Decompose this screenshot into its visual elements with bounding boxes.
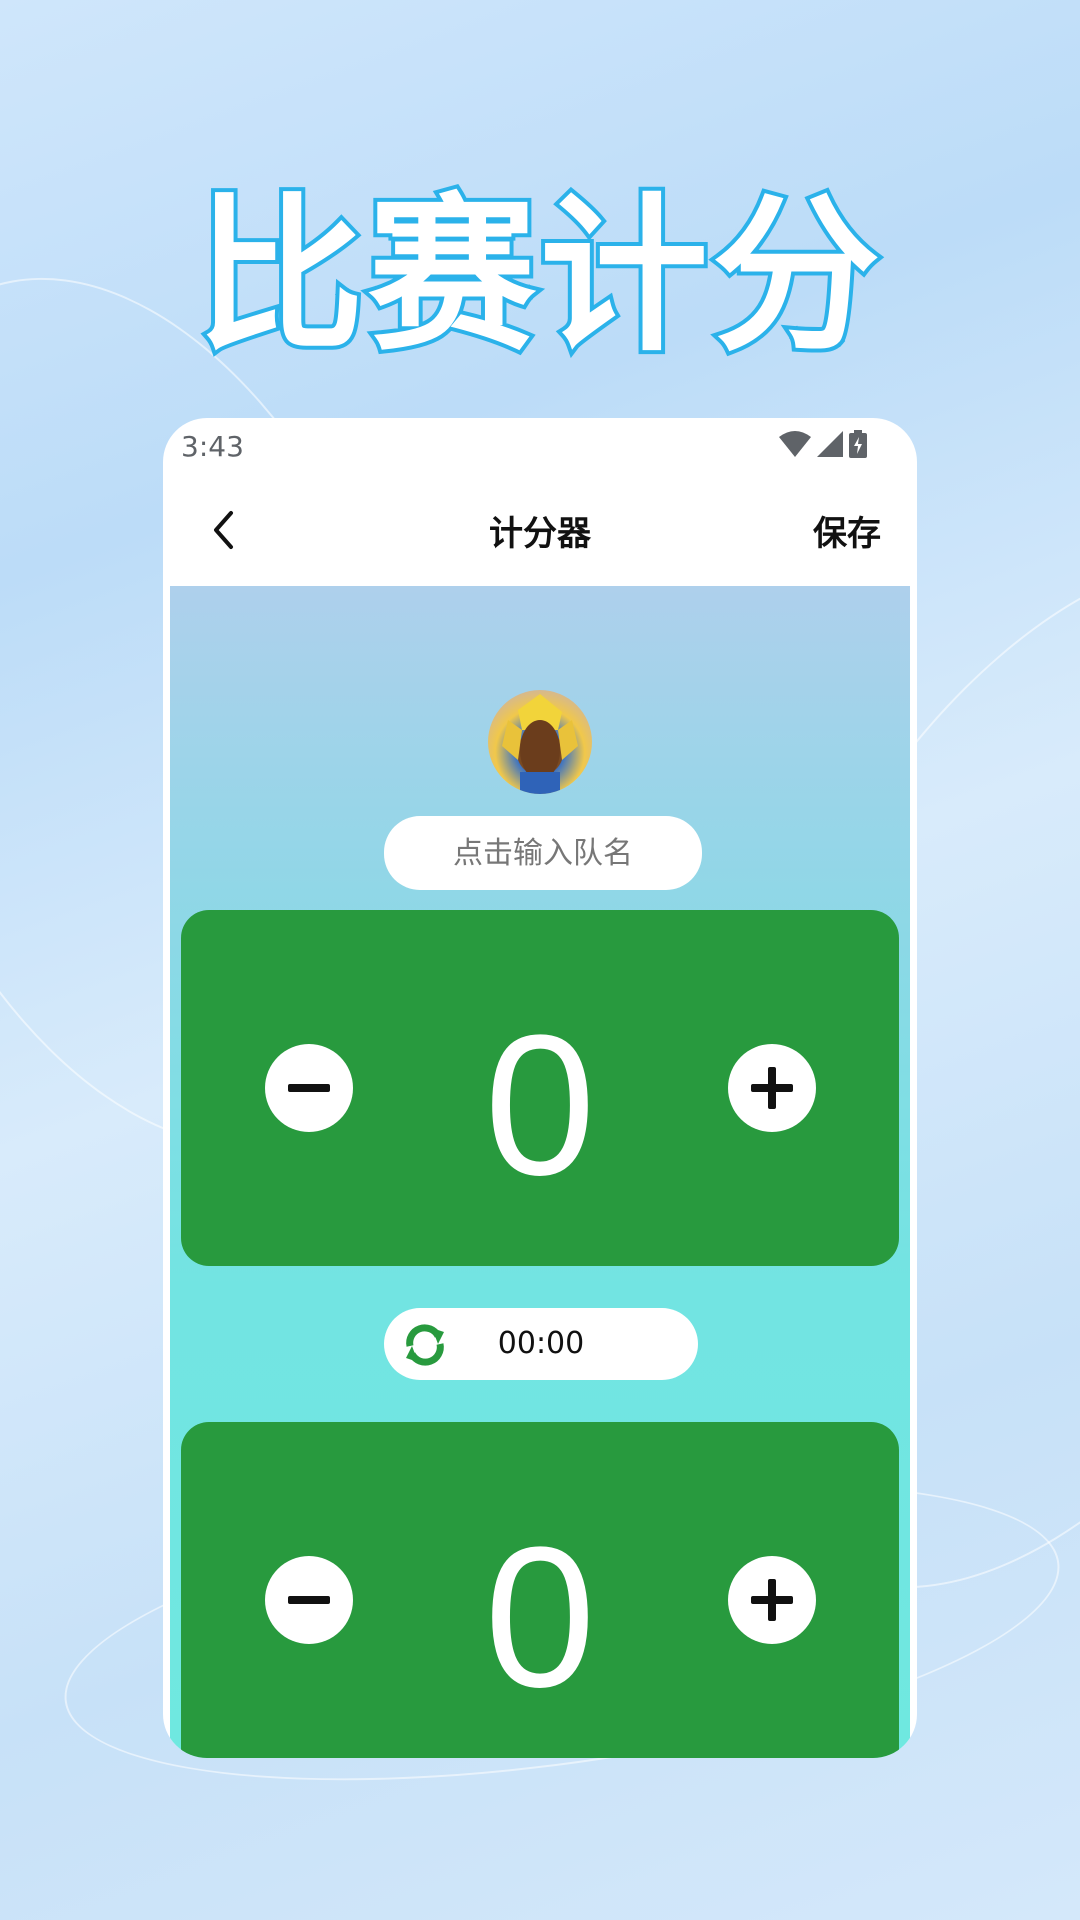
- team-name-input[interactable]: [384, 816, 702, 890]
- page-title: 计分器: [489, 514, 591, 554]
- status-time: 3:43: [181, 430, 244, 463]
- promo-page: 比赛计分 3:43 计分器 保存 点击输入队名 0 00:00 0: [0, 0, 1080, 1920]
- score-card: 0: [181, 1422, 899, 1758]
- plus-icon: [751, 1067, 793, 1109]
- battery-charging-icon: [849, 430, 867, 458]
- avatar-image: [502, 694, 578, 794]
- timer-pill: 00:00: [384, 1308, 698, 1380]
- increment-button[interactable]: [728, 1556, 816, 1644]
- wifi-icon: [779, 431, 811, 457]
- status-icons: [779, 430, 867, 458]
- cellular-signal-icon: [817, 431, 843, 457]
- score-card: 0: [181, 910, 899, 1266]
- status-bar: 3:43: [163, 418, 917, 474]
- nav-bar: 计分器 保存: [163, 474, 917, 586]
- plus-icon: [751, 1579, 793, 1621]
- team-avatar[interactable]: [488, 690, 592, 794]
- scoreboard-content: 0 00:00: [170, 586, 910, 1758]
- promo-title: 比赛计分: [192, 174, 884, 378]
- phone-frame: 3:43 计分器 保存 点击输入队名 0 00:00 0: [163, 418, 917, 1758]
- save-button[interactable]: 保存: [813, 506, 881, 555]
- increment-button[interactable]: [728, 1044, 816, 1132]
- timer-display: 00:00: [497, 1326, 585, 1361]
